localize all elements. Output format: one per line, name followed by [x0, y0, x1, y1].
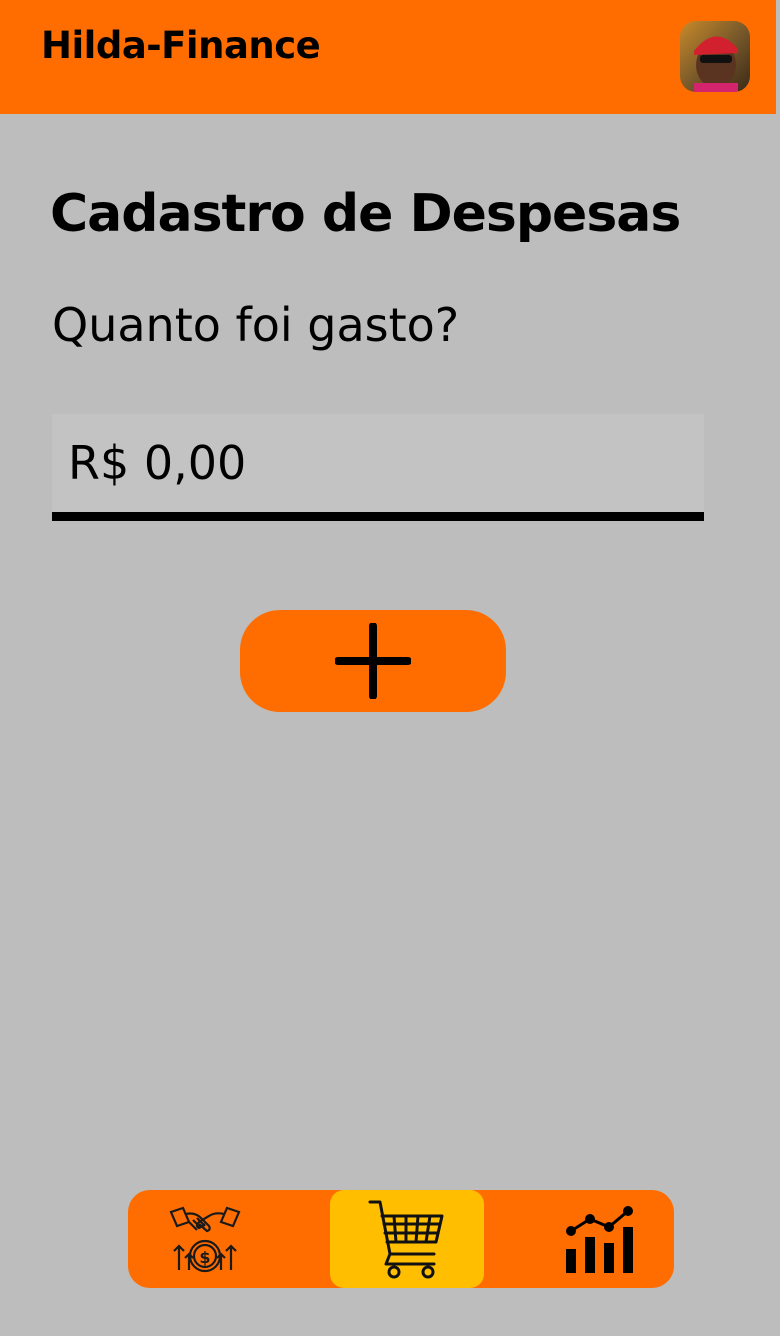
income-handshake-money-icon: $: [169, 1206, 241, 1273]
svg-text:$: $: [199, 1248, 210, 1267]
nav-tab-expenses[interactable]: [330, 1190, 484, 1288]
app-header: Hilda-Finance: [0, 0, 776, 114]
amount-question-label: Quanto foi gasto?: [52, 298, 460, 352]
shopping-cart-icon: [368, 1200, 444, 1279]
user-avatar[interactable]: [680, 21, 750, 92]
page-title: Cadastro de Despesas: [50, 184, 681, 244]
bottom-nav: $: [128, 1190, 674, 1288]
plus-icon: [335, 623, 411, 699]
amount-field: [52, 414, 704, 521]
amount-input[interactable]: [68, 414, 688, 512]
nav-tab-income[interactable]: $: [128, 1190, 282, 1288]
user-avatar-icon: [680, 21, 750, 92]
nav-tab-reports[interactable]: [526, 1190, 674, 1288]
add-expense-button[interactable]: [240, 610, 506, 712]
bar-chart-trend-icon: [566, 1206, 633, 1273]
app-title: Hilda-Finance: [41, 24, 321, 67]
